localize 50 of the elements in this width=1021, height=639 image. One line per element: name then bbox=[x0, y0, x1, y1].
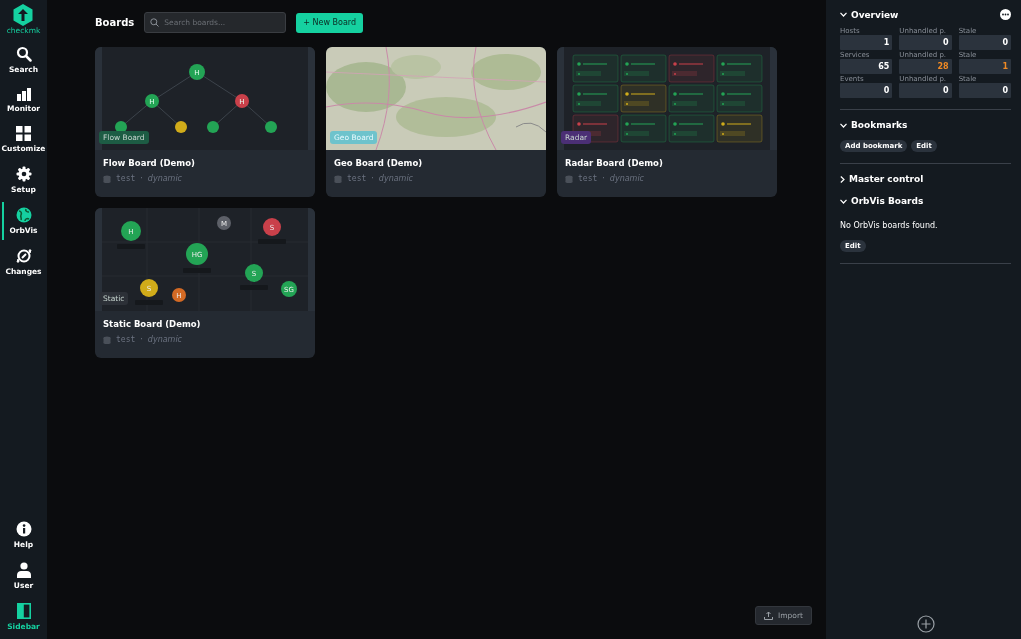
owner-text: test bbox=[578, 174, 598, 183]
owner-text: test bbox=[116, 174, 136, 183]
search-icon bbox=[150, 18, 160, 27]
stat-value[interactable]: 65 bbox=[840, 59, 893, 74]
stat-value[interactable]: 1 bbox=[840, 35, 893, 50]
empty-message: No OrbVis boards found. bbox=[840, 221, 939, 230]
board-title: Static Board (Demo) bbox=[103, 319, 202, 329]
stat-value[interactable]: 0 bbox=[958, 35, 1011, 50]
info-icon bbox=[15, 521, 32, 537]
board-title: Geo Board (Demo) bbox=[334, 158, 424, 168]
database-icon bbox=[565, 174, 573, 183]
separator-dot: · bbox=[140, 335, 143, 344]
more-icon[interactable] bbox=[1000, 9, 1011, 20]
board-title: Radar Board (Demo) bbox=[565, 158, 664, 168]
grid-icon bbox=[16, 126, 31, 141]
board-title: Flow Board (Demo) bbox=[103, 158, 196, 168]
owner-text: test bbox=[347, 174, 367, 183]
database-icon bbox=[103, 335, 111, 344]
search-icon bbox=[15, 46, 32, 62]
database-icon bbox=[103, 174, 111, 183]
stat-value[interactable]: 0 bbox=[840, 83, 893, 98]
stat-value[interactable]: 28 bbox=[899, 59, 952, 74]
user-icon bbox=[16, 562, 31, 578]
logo-icon[interactable] bbox=[13, 4, 34, 26]
section-title[interactable]: Overview bbox=[851, 9, 899, 20]
stat-value[interactable]: 0 bbox=[899, 83, 952, 98]
sidebar-icon bbox=[16, 603, 31, 619]
section-title[interactable]: Bookmarks bbox=[851, 120, 908, 130]
mode-text: dynamic bbox=[609, 174, 644, 183]
separator-dot: · bbox=[602, 174, 605, 183]
new-board-button[interactable]: + New Board bbox=[296, 12, 364, 33]
mode-text: dynamic bbox=[378, 174, 413, 183]
page-title: Boards bbox=[95, 17, 135, 28]
bar-chart-icon bbox=[15, 87, 32, 101]
section-title[interactable]: OrbVis Boards bbox=[851, 196, 924, 206]
owner-text: test bbox=[116, 335, 136, 344]
mode-text: dynamic bbox=[147, 174, 182, 183]
mode-text: dynamic bbox=[147, 335, 182, 344]
separator-dot: · bbox=[371, 174, 374, 183]
settings-icon bbox=[15, 166, 32, 182]
stat-value[interactable]: 0 bbox=[899, 35, 952, 50]
globe-icon bbox=[15, 207, 32, 223]
section-title[interactable]: Master control bbox=[849, 174, 924, 184]
stat-value[interactable]: 0 bbox=[958, 83, 1011, 98]
changes-icon bbox=[15, 248, 32, 264]
add-icon[interactable] bbox=[916, 615, 935, 633]
separator-dot: · bbox=[140, 174, 143, 183]
database-icon bbox=[334, 174, 342, 183]
upload-icon bbox=[764, 611, 774, 620]
stat-value[interactable]: 1 bbox=[958, 59, 1011, 74]
